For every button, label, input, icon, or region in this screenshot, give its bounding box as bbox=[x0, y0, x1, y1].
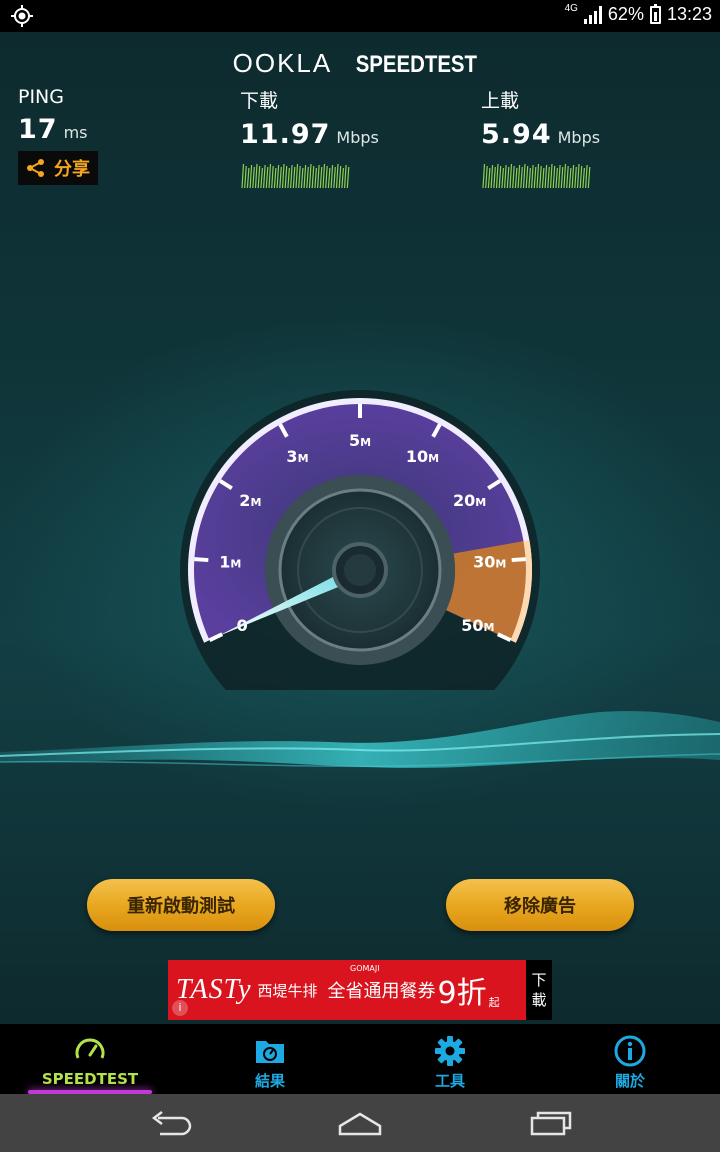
ad-brand-sub: 西堤牛排 bbox=[257, 981, 318, 1000]
tab-results-label: 結果 bbox=[254, 1072, 285, 1090]
ad-download-button[interactable]: 下 載 bbox=[526, 960, 552, 1020]
ping-number: 17 bbox=[18, 114, 58, 145]
download-number: 11.97 bbox=[240, 119, 331, 150]
ping-value: 17 ms bbox=[18, 114, 98, 145]
network-type: 4G bbox=[564, 3, 578, 14]
ad-download-top: 下 bbox=[531, 971, 547, 989]
ad-info-icon[interactable]: i bbox=[172, 1000, 188, 1016]
battery-percent: 62% bbox=[607, 4, 644, 24]
product-name: SPEEDTEST bbox=[355, 51, 477, 78]
upload-number: 5.94 bbox=[481, 119, 552, 150]
info-icon bbox=[614, 1035, 646, 1067]
gauge-tick bbox=[511, 557, 526, 563]
home-icon[interactable] bbox=[336, 1108, 384, 1138]
brand-name: OOKLA bbox=[232, 48, 333, 78]
tab-speedtest[interactable]: SPEEDTEST bbox=[0, 1024, 180, 1094]
upload-value: 5.94 Mbps bbox=[481, 119, 600, 150]
gear-icon bbox=[435, 1036, 465, 1066]
download-label: 下載 bbox=[240, 90, 279, 112]
share-icon bbox=[27, 159, 44, 177]
system-nav-bar bbox=[0, 1094, 720, 1152]
clock: 13:23 bbox=[666, 4, 712, 24]
upload-sparkline bbox=[482, 163, 591, 189]
results-folder-icon bbox=[256, 1041, 284, 1063]
gauge-tick bbox=[194, 557, 209, 563]
tab-tools-label: 工具 bbox=[434, 1072, 465, 1090]
tab-about-label: 關於 bbox=[614, 1072, 645, 1090]
ad-brand: TASTy bbox=[176, 974, 252, 1005]
download-stat: 下載 11.97 Mbps bbox=[240, 86, 379, 194]
location-icon bbox=[11, 5, 33, 27]
remove-ads-button[interactable]: 移除廣告 bbox=[446, 879, 634, 931]
upload-label: 上載 bbox=[481, 90, 520, 112]
restart-test-button[interactable]: 重新啟動測試 bbox=[87, 879, 275, 931]
decorative-wave bbox=[0, 711, 720, 768]
battery-icon bbox=[649, 3, 661, 24]
speed-gauge: 01M2M3M5M10M20M30M50M bbox=[180, 390, 540, 690]
ping-unit: ms bbox=[63, 123, 88, 142]
speedtest-app: 4G 62% 13:23 OOKLA SPEEDTEST PING 17 ms 分… bbox=[0, 0, 720, 1152]
upload-stat: 上載 5.94 Mbps bbox=[481, 86, 600, 194]
tab-speedtest-label: SPEEDTEST bbox=[41, 1070, 139, 1088]
ad-promo: 全省通用餐券 bbox=[327, 981, 436, 1002]
bottom-tab-bar: SPEEDTEST 結果 工具 關於 bbox=[0, 1024, 720, 1094]
download-sparkline bbox=[241, 163, 350, 189]
back-icon[interactable] bbox=[146, 1108, 194, 1138]
speedometer-icon bbox=[75, 1038, 105, 1059]
ad-download-bottom: 載 bbox=[531, 991, 547, 1009]
share-label: 分享 bbox=[54, 159, 90, 180]
download-unit: Mbps bbox=[336, 128, 379, 147]
ad-banner[interactable]: TASTy 西堤牛排 GOMAJI 全省通用餐券 9折 起 下 載 i bbox=[168, 960, 552, 1020]
tab-about[interactable]: 關於 bbox=[540, 1024, 720, 1094]
ad-promo-small: 起 bbox=[488, 996, 500, 1009]
download-value: 11.97 Mbps bbox=[240, 119, 379, 150]
recent-apps-icon[interactable] bbox=[526, 1108, 574, 1138]
app-logo: OOKLA SPEEDTEST bbox=[0, 48, 720, 79]
tab-tools[interactable]: 工具 bbox=[360, 1024, 540, 1094]
status-bar: 4G 62% 13:23 bbox=[0, 0, 720, 32]
tab-results[interactable]: 結果 bbox=[180, 1024, 360, 1094]
upload-unit: Mbps bbox=[557, 128, 601, 147]
ad-badge: GOMAJI bbox=[350, 964, 380, 973]
ping-stat: PING 17 ms 分享 bbox=[18, 86, 98, 185]
signal-icon bbox=[583, 5, 602, 24]
ad-promo-big: 9折 bbox=[437, 976, 487, 1011]
ping-label: PING bbox=[18, 86, 64, 108]
share-button[interactable]: 分享 bbox=[18, 151, 98, 185]
